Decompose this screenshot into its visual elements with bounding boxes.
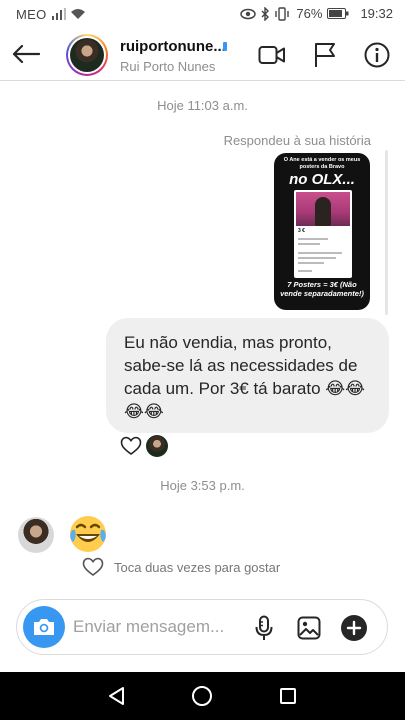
story-bottom-text: 7 Posters = 3€ (Não vende separadamente!… — [280, 280, 364, 298]
sent-message-text: Eu não vendia, mas pronto, sabe-se lá as… — [124, 333, 366, 421]
nav-home-button[interactable] — [190, 684, 214, 708]
message-composer — [16, 599, 388, 655]
listing-price: 3 € — [298, 228, 305, 234]
double-tap-like-hint[interactable]: Toca duas vezes para gostar — [82, 556, 280, 578]
timestamp: Hoje 11:03 a.m. — [157, 98, 248, 113]
like-hint-text: Toca duas vezes para gostar — [114, 559, 281, 575]
signal-icon — [52, 8, 66, 20]
gallery-button[interactable] — [294, 613, 324, 643]
chat-header: ruiportonune... Rui Porto Nunes — [0, 28, 405, 81]
sender-avatar[interactable] — [18, 517, 54, 553]
carrier-label: MEO — [16, 7, 47, 22]
video-call-button[interactable] — [257, 41, 287, 69]
verified-badge — [223, 42, 227, 51]
microphone-icon — [255, 615, 273, 640]
camera-icon — [34, 619, 54, 635]
story-headline: no OLX... — [289, 171, 355, 188]
battery-percent: 76% — [296, 6, 323, 21]
username: ruiportonune... — [120, 38, 226, 55]
status-bar: MEO 76% 19:32 — [0, 0, 405, 28]
listing-image — [296, 192, 350, 226]
eye-icon — [240, 8, 257, 19]
android-navigation-bar — [0, 672, 405, 720]
battery-icon — [327, 8, 349, 19]
nav-back-button[interactable] — [104, 684, 128, 708]
timestamp: Hoje 3:53 p.m. — [160, 478, 245, 493]
back-button[interactable] — [10, 40, 42, 68]
scrollbar[interactable] — [385, 150, 388, 315]
story-reply-label: Respondeu à sua história — [223, 133, 371, 148]
heart-outline-icon — [82, 557, 104, 576]
wifi-icon — [71, 9, 85, 19]
report-button[interactable] — [310, 41, 340, 69]
more-options-button[interactable] — [339, 613, 369, 643]
full-name: Rui Porto Nunes — [120, 59, 216, 74]
info-icon — [364, 42, 390, 68]
seen-by-avatar — [146, 435, 168, 457]
story-listing-card: 3 € — [294, 190, 352, 278]
video-camera-icon — [258, 46, 285, 64]
nav-recents-button[interactable] — [276, 684, 300, 708]
camera-button[interactable] — [23, 606, 65, 648]
flag-icon — [315, 43, 335, 67]
story-preview[interactable]: O Ane está a vender os meus posters da B… — [274, 153, 370, 310]
square-recents-icon — [280, 688, 296, 704]
plus-circle-icon — [341, 615, 367, 641]
message-input[interactable] — [73, 613, 243, 641]
voice-message-button[interactable] — [249, 613, 279, 643]
info-button[interactable] — [362, 41, 392, 69]
back-arrow-icon — [12, 44, 40, 64]
image-icon — [297, 616, 321, 640]
sent-message-bubble[interactable]: Eu não vendia, mas pronto, sabe-se lá as… — [106, 318, 389, 433]
laughing-emoji-icon[interactable] — [66, 512, 110, 556]
clock: 19:32 — [360, 6, 393, 21]
header-avatar[interactable] — [66, 34, 108, 76]
like-heart-icon[interactable] — [120, 436, 142, 456]
bluetooth-icon — [261, 6, 270, 21]
triangle-back-icon — [109, 687, 124, 705]
vibrate-icon — [275, 6, 290, 21]
conversation-title[interactable]: ruiportonune... Rui Porto Nunes — [120, 38, 240, 74]
story-top-text: O Ane está a vender os meus posters da B… — [283, 157, 361, 170]
circle-home-icon — [192, 686, 212, 706]
